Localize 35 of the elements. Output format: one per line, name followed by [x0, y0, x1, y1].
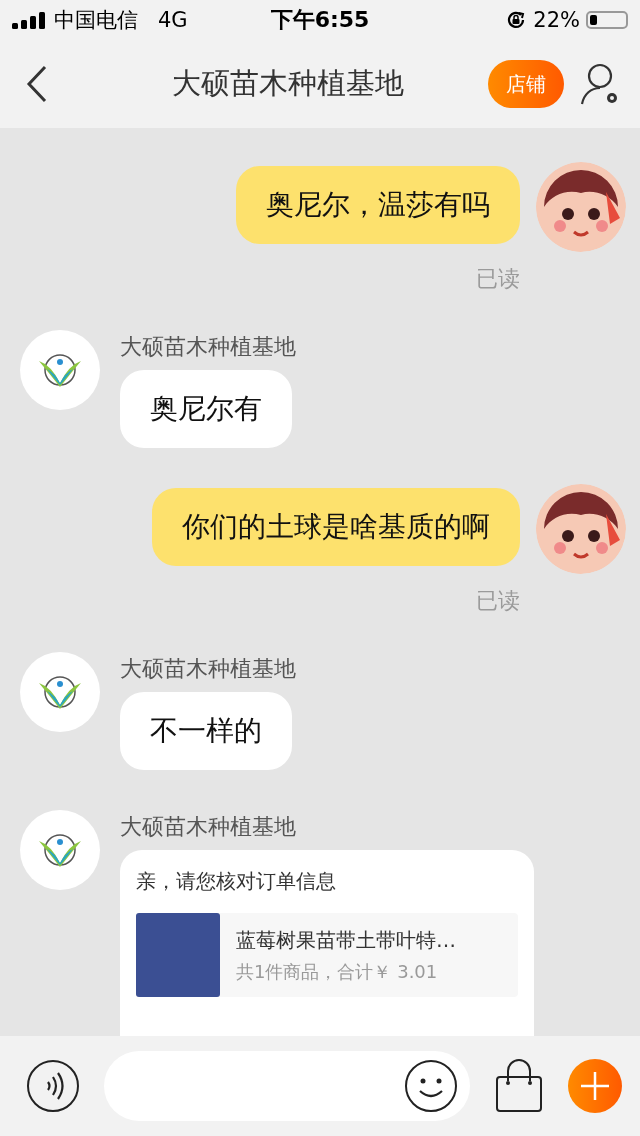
plus-icon	[580, 1071, 610, 1101]
carrier-name: 中国电信	[54, 7, 138, 34]
read-receipt: 已读	[476, 265, 520, 293]
voice-icon	[26, 1059, 80, 1113]
chat-title: 大硕苗木种植基地	[171, 65, 405, 102]
sender-name: 大硕苗木种植基地	[120, 333, 296, 361]
message-bubble: 奥尼尔有	[120, 370, 292, 448]
voice-button[interactable]	[26, 1059, 80, 1113]
message-bubble: 不一样的	[120, 692, 292, 770]
order-card-title: 亲，请您核对订单信息	[136, 868, 337, 895]
leaf-logo-icon	[37, 833, 83, 867]
signal-icon	[12, 11, 48, 29]
shopping-bag-icon	[494, 1059, 544, 1113]
message-bubble: 你们的土球是啥基质的啊	[152, 488, 520, 566]
add-button[interactable]	[568, 1059, 622, 1113]
user-settings-icon	[580, 62, 620, 106]
battery-percent: 22%	[533, 8, 580, 32]
sender-name: 大硕苗木种植基地	[120, 655, 296, 683]
order-summary: 共1件商品，合计￥ 3.01	[236, 959, 439, 984]
shopping-bag-button[interactable]	[494, 1059, 544, 1113]
sender-name: 大硕苗木种植基地	[120, 813, 296, 841]
leaf-logo-icon	[37, 353, 83, 387]
profile-settings-button[interactable]	[580, 62, 620, 106]
read-receipt: 已读	[476, 587, 520, 615]
status-time: 下午6:55	[269, 6, 371, 34]
smiley-icon	[404, 1059, 458, 1113]
battery-icon	[586, 11, 628, 29]
back-button[interactable]	[26, 65, 48, 103]
network-type: 4G	[158, 8, 188, 32]
leaf-logo-icon	[37, 675, 83, 709]
message-bubble: 奥尼尔，温莎有吗	[236, 166, 520, 244]
product-name: 蓝莓树果苗带土带叶特…	[236, 926, 456, 954]
emoji-button[interactable]	[404, 1059, 458, 1113]
product-item[interactable]: 蓝莓树果苗带土带叶特… 共1件商品，合计￥ 3.01	[136, 913, 518, 997]
back-icon	[26, 65, 48, 103]
